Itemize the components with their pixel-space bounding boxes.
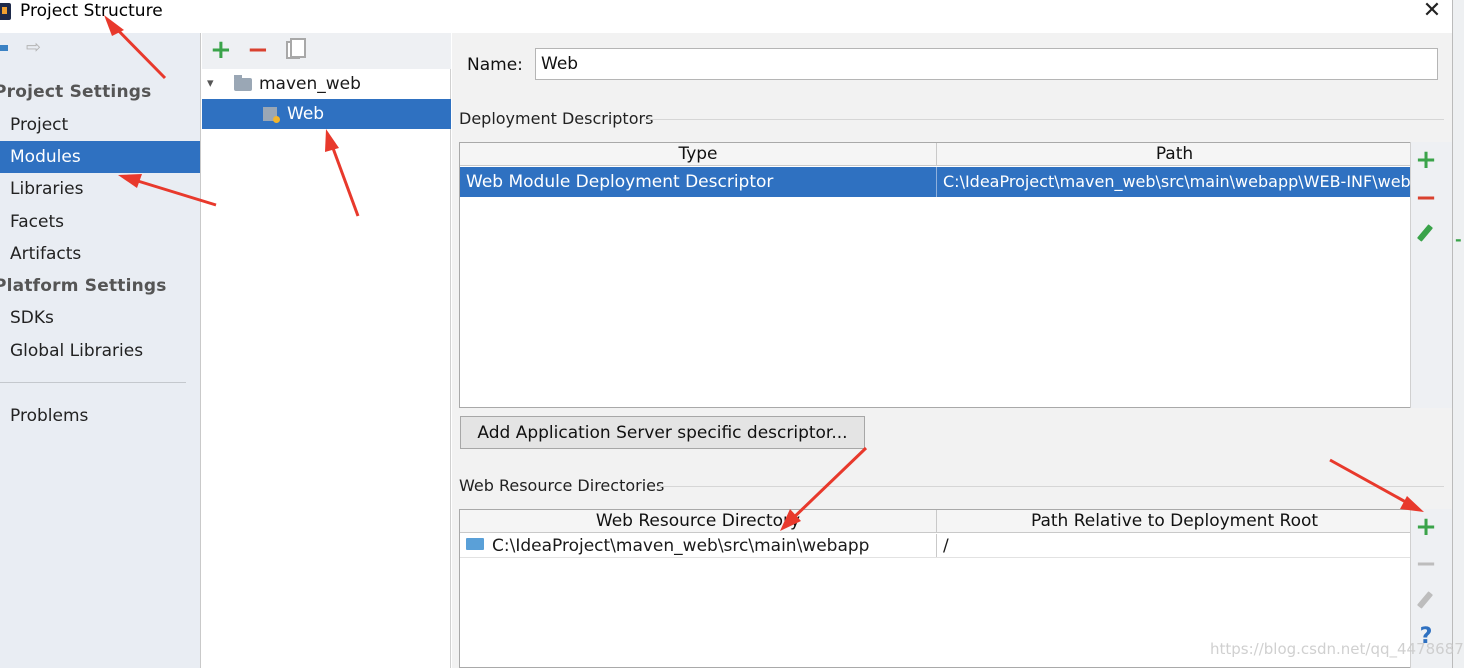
- watermark: https://blog.csdn.net/qq_44786877: [1210, 640, 1464, 658]
- close-icon[interactable]: ✕: [1420, 0, 1444, 24]
- sidebar-item-problems[interactable]: Problems: [0, 400, 200, 432]
- sidebar-item-project[interactable]: Project: [0, 109, 200, 141]
- sidebar-item-artifacts[interactable]: Artifacts: [0, 238, 200, 270]
- descriptor-side-toolbar: [1410, 142, 1452, 408]
- module-tree-panel: + − ▾ maven_web Web: [202, 33, 451, 668]
- deployment-descriptors-heading: Deployment Descriptors: [459, 109, 654, 128]
- web-resource-directories-heading: Web Resource Directories: [459, 476, 665, 495]
- tree-node-web-facet[interactable]: Web: [202, 99, 451, 129]
- sidebar-item-sdks[interactable]: SDKs: [0, 302, 200, 334]
- remove-descriptor-icon[interactable]: −: [1414, 184, 1438, 212]
- add-module-icon[interactable]: +: [210, 35, 232, 65]
- tree-node-maven-web[interactable]: ▾ maven_web: [202, 69, 451, 99]
- web-facet-icon: [263, 107, 280, 123]
- descriptor-type-cell: Web Module Deployment Descriptor: [466, 172, 774, 192]
- column-header-relative-path[interactable]: Path Relative to Deployment Root: [936, 510, 1412, 533]
- resource-directory-path: C:\IdeaProject\maven_web\src\main\webapp: [492, 536, 870, 556]
- deployment-descriptors-table: Type Path Web Module Deployment Descript…: [459, 142, 1413, 408]
- resource-directory-cell: C:\IdeaProject\maven_web\src\main\webapp: [460, 534, 936, 557]
- settings-sidebar: ⇨ Project Settings Project Modules Libra…: [0, 33, 201, 668]
- descriptor-path-cell: C:\IdeaProject\maven_web\src\main\webapp…: [936, 167, 1412, 197]
- remove-module-icon[interactable]: −: [247, 35, 269, 65]
- platform-settings-heading: Platform Settings: [0, 276, 167, 296]
- copy-icon[interactable]: [286, 38, 306, 59]
- sidebar-divider: [0, 382, 186, 383]
- window-title: Project Structure: [20, 1, 163, 21]
- add-server-descriptor-button[interactable]: Add Application Server specific descript…: [460, 416, 865, 449]
- tree-toolbar: + −: [202, 33, 451, 69]
- facet-detail-panel: Name: Deployment Descriptors Type Path W…: [452, 33, 1452, 668]
- module-folder-icon: [234, 75, 252, 91]
- remove-resource-directory-icon[interactable]: −: [1414, 550, 1438, 578]
- add-descriptor-icon[interactable]: +: [1414, 146, 1438, 174]
- relative-path-cell: /: [936, 534, 1412, 557]
- sidebar-item-global-libraries[interactable]: Global Libraries: [0, 335, 200, 367]
- table-row[interactable]: Web Module Deployment Descriptor C:\Idea…: [460, 167, 1412, 197]
- name-label: Name:: [467, 55, 523, 75]
- table-row[interactable]: C:\IdeaProject\maven_web\src\main\webapp…: [460, 534, 1412, 558]
- tree-node-label: Web: [287, 104, 325, 124]
- intellij-app-icon: [0, 3, 11, 20]
- column-header-path[interactable]: Path: [936, 143, 1412, 166]
- add-resource-directory-icon[interactable]: +: [1414, 513, 1438, 541]
- background-fragment: -: [1455, 230, 1462, 249]
- sidebar-item-facets[interactable]: Facets: [0, 206, 200, 238]
- column-header-type[interactable]: Type: [460, 143, 936, 166]
- sidebar-item-modules[interactable]: Modules: [0, 141, 200, 173]
- group-divider: [644, 119, 1444, 120]
- name-field[interactable]: [535, 48, 1438, 80]
- project-settings-heading: Project Settings: [0, 82, 152, 102]
- forward-arrow-icon[interactable]: ⇨: [26, 39, 41, 57]
- column-header-web-resource-directory[interactable]: Web Resource Directory: [460, 510, 936, 533]
- sidebar-item-libraries[interactable]: Libraries: [0, 173, 200, 205]
- tree-node-label: maven_web: [259, 74, 361, 94]
- group-divider: [657, 486, 1444, 487]
- back-arrow-icon[interactable]: [0, 45, 8, 51]
- background-window-edge: [1452, 0, 1464, 668]
- web-folder-icon: [466, 538, 484, 550]
- title-bar: Project Structure ✕: [0, 0, 1464, 26]
- chevron-down-icon[interactable]: ▾: [207, 69, 214, 99]
